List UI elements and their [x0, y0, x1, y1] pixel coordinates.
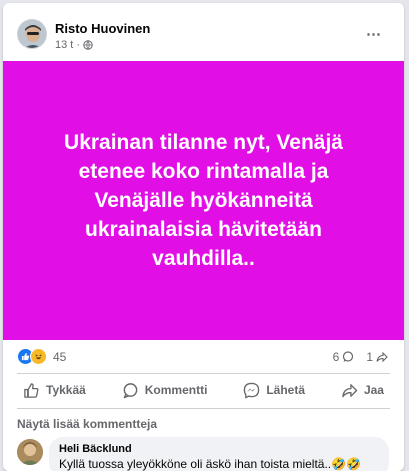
comment-bubble: Heli Bäcklund Kyllä tuossa yleyökköne ol…	[49, 437, 389, 471]
commenter-avatar[interactable]	[17, 439, 43, 465]
thumbs-up-icon	[24, 382, 39, 398]
comment-label: Kommentti	[144, 383, 208, 397]
share-count-icon	[376, 351, 388, 363]
shares-count[interactable]: 1	[366, 350, 388, 364]
post-time[interactable]: 13 t	[55, 39, 73, 51]
globe-icon	[83, 40, 93, 50]
post-card: Risto Huovinen 13 t · ⋯ Ukrainan tilanne…	[3, 3, 404, 471]
send-button[interactable]: Lähetä	[237, 376, 311, 404]
share-button[interactable]: Jaa	[335, 376, 390, 404]
author-avatar[interactable]	[17, 19, 47, 49]
post-header: Risto Huovinen 13 t · ⋯	[3, 3, 404, 59]
post-actions: Tykkää Kommentti Lähetä Jaa	[17, 374, 390, 406]
commenter-avatar-image	[17, 439, 43, 465]
divider-bottom	[17, 408, 390, 409]
comments-count[interactable]: 6	[333, 350, 355, 364]
comment-text: Kyllä tuossa yleyökköne oli äskö ihan to…	[59, 457, 362, 471]
haha-reaction-icon	[30, 348, 47, 365]
reaction-count: 45	[53, 349, 67, 364]
share-label: Jaa	[363, 383, 384, 397]
comment-count-icon	[343, 351, 354, 362]
author-name[interactable]: Risto Huovinen	[55, 21, 150, 36]
view-more-comments-link[interactable]: Näytä lisää kommentteja	[17, 417, 157, 431]
like-label: Tykkää	[46, 383, 86, 397]
post-meta: 13 t ·	[55, 39, 93, 51]
messenger-icon	[244, 382, 260, 399]
post-stats: 45 6 1	[3, 341, 404, 373]
shares-count-value: 1	[366, 350, 373, 364]
more-options-icon[interactable]: ⋯	[366, 25, 382, 43]
commenter-name[interactable]: Heli Bäcklund	[59, 443, 379, 455]
post-banner: Ukrainan tilanne nyt, Venäjä etenee koko…	[3, 61, 404, 340]
meta-separator: ·	[76, 39, 81, 51]
avatar-image	[18, 20, 46, 48]
send-label: Lähetä	[266, 383, 306, 397]
comments-count-value: 6	[332, 350, 340, 364]
comment-button[interactable]: Kommentti	[116, 376, 214, 404]
reactions-summary[interactable]: 45	[17, 348, 66, 365]
engagement-counts: 6 1	[333, 350, 388, 364]
comment-icon	[123, 382, 138, 398]
banner-text: Ukrainan tilanne nyt, Venäjä etenee koko…	[64, 131, 343, 270]
share-arrow-icon	[342, 383, 358, 397]
like-button[interactable]: Tykkää	[17, 376, 92, 404]
